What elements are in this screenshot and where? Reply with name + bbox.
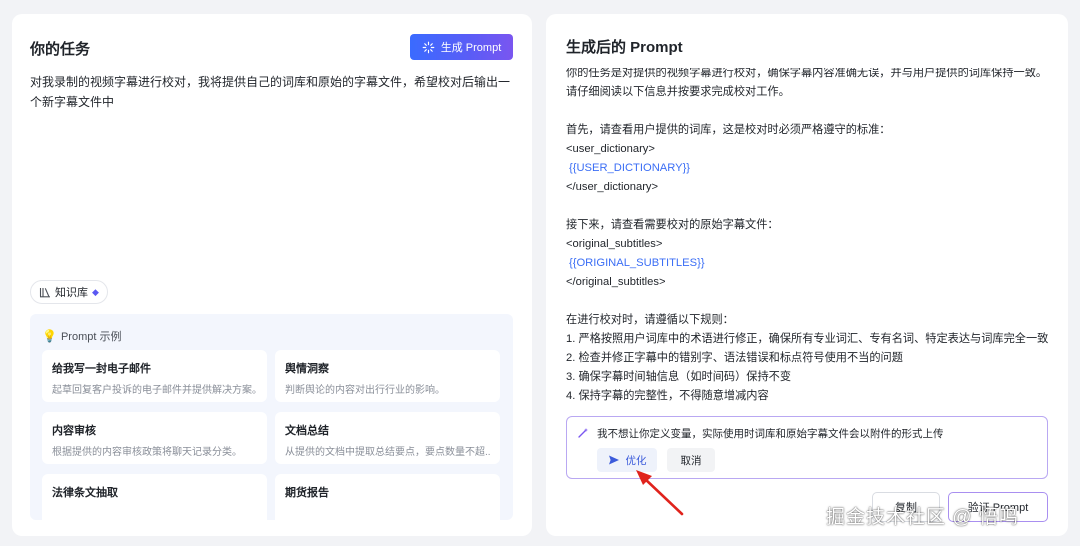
generate-prompt-label: 生成 Prompt <box>440 42 502 54</box>
magic-wand-icon <box>578 428 588 438</box>
prompt-examples-title: 💡 Prompt 示例 <box>42 328 121 344</box>
task-input[interactable]: 对我录制的视频字幕进行校对，我将提供自己的词库和原始的字幕文件，希望校对后输出一… <box>30 72 514 112</box>
example-card-title: 内容审核 <box>52 425 96 437</box>
example-card-title: 文档总结 <box>285 425 329 437</box>
lightbulb-icon: 💡 <box>42 329 57 343</box>
generated-prompt[interactable]: 你的任务是对提供的视频字幕进行校对，确保字幕内容准确无误，并与用户提供的词库保持… <box>566 64 1056 406</box>
optimize-message[interactable]: 我不想让你定义变量，实际使用时词库和原始字幕文件会以附件的形式上传 <box>597 426 944 441</box>
prompt-line: </user_dictionary> <box>566 181 659 193</box>
prompt-line: 1. 严格按照用户词库中的术语进行修正，确保所有专业词汇、专有名词、特定表达与词… <box>566 333 1049 345</box>
example-card[interactable]: 内容审核 根据提供的内容审核政策将聊天记录分类。 <box>42 412 267 464</box>
prompt-line <box>566 197 1056 216</box>
example-card[interactable]: 文档总结 从提供的文档中提取总结要点，要点数量不超... <box>275 412 500 464</box>
result-panel-title: 生成后的 Prompt <box>566 36 689 57</box>
prompt-line: <user_dictionary> <box>566 143 655 155</box>
prompt-variable: {{ORIGINAL_SUBTITLES}} <box>569 257 705 269</box>
example-card-title: 给我写一封电子邮件 <box>52 363 151 375</box>
example-card[interactable]: 给我写一封电子邮件 起草回复客户投诉的电子邮件并提供解决方案。 <box>42 350 267 402</box>
prompt-examples-title-text: Prompt 示例 <box>60 331 122 343</box>
prompt-line: 接下来，请查看需要校对的原始字幕文件： <box>566 219 779 231</box>
result-panel: 你的任务是对提供的视频字幕进行校对，确保字幕内容准确无误，并与用户提供的词库保持… <box>546 14 1068 536</box>
prompt-line: 2. 检查并修正字幕中的错别字、语法错误和标点符号使用不当的问题 <box>566 352 903 364</box>
knowledge-base-label: 知识库 <box>55 287 88 299</box>
annotation-arrow-icon <box>636 470 684 516</box>
example-card[interactable]: 法律条文抽取 <box>42 474 267 520</box>
prompt-line: 3. 确保字幕时间轴信息（如时间码）保持不变 <box>566 371 792 383</box>
example-card[interactable]: 期货报告 <box>275 474 500 520</box>
example-card-desc: 判断舆论的内容对出行行业的影响。 <box>285 385 445 396</box>
prompt-line <box>566 292 1056 311</box>
example-card-desc: 起草回复客户投诉的电子邮件并提供解决方案。 <box>52 385 257 396</box>
example-card[interactable]: 舆情洞察 判断舆论的内容对出行行业的影响。 <box>275 350 500 402</box>
cancel-label: 取消 <box>680 454 702 467</box>
sparkle-icon <box>422 41 435 53</box>
prompt-line: 4. 保持字幕的完整性，不得随意增减内容 <box>566 390 769 402</box>
title-backdrop <box>546 58 1068 68</box>
example-card-title: 期货报告 <box>285 487 329 499</box>
prompt-line: 请仔细阅读以下信息并按要求完成校对工作。 <box>566 86 790 98</box>
prompt-line: 首先，请查看用户提供的词库，这是校对时必须严格遵守的标准： <box>566 124 891 136</box>
example-card-desc: 根据提供的内容审核政策将聊天记录分类。 <box>52 447 242 458</box>
optimize-label: 优化 <box>625 454 647 467</box>
generate-prompt-button[interactable]: 生成 Prompt <box>410 34 513 60</box>
knowledge-base-chip[interactable]: 知识库 ◆ <box>30 280 108 304</box>
prompt-examples: 💡 Prompt 示例 给我写一封电子邮件 起草回复客户投诉的电子邮件并提供解决… <box>30 314 513 520</box>
watermark: 掘金技术社区 @ 悟鸣 <box>826 507 1019 528</box>
prompt-line: </original_subtitles> <box>566 276 666 288</box>
task-panel: 你的任务 生成 Prompt 对我录制的视频字幕进行校对，我将提供自己的词库和原… <box>12 14 532 536</box>
prompt-line: <original_subtitles> <box>566 238 663 250</box>
example-card-desc: 从提供的文档中提取总结要点，要点数量不超... <box>285 447 490 458</box>
task-panel-title: 你的任务 <box>30 41 91 58</box>
prompt-line: 在进行校对时，请遵循以下规则： <box>566 314 734 326</box>
example-card-title: 舆情洞察 <box>285 363 329 375</box>
prompt-line <box>566 102 1056 121</box>
send-icon <box>608 455 619 465</box>
example-card-title: 法律条文抽取 <box>52 487 118 499</box>
diamond-icon: ◆ <box>92 286 99 297</box>
prompt-variable: {{USER_DICTIONARY}} <box>569 162 691 174</box>
library-icon <box>39 288 50 298</box>
